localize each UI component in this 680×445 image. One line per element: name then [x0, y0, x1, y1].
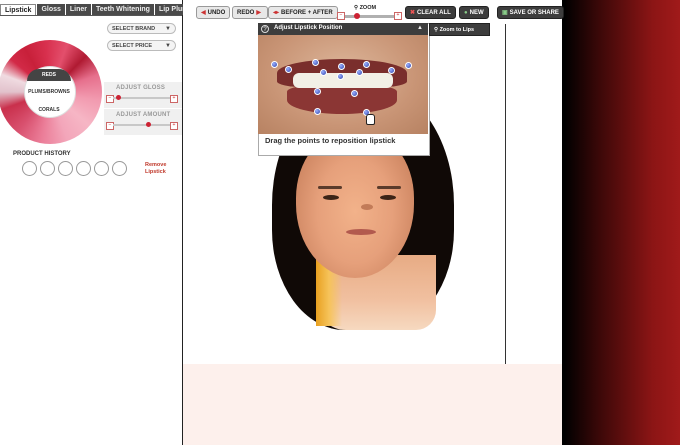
redo-button[interactable]: REDO ▶	[232, 6, 268, 19]
clear-all-button[interactable]: ✖ CLEAR ALL	[405, 6, 456, 19]
new-label: NEW	[469, 10, 484, 16]
gloss-plus-button[interactable]: +	[170, 95, 178, 103]
undo-label: UNDO	[207, 10, 226, 16]
remove-label: Remove	[145, 162, 167, 168]
canvas-divider	[505, 24, 506, 364]
undo-arrow-icon: ◀	[201, 10, 206, 16]
adjust-gloss-label: ADJUST GLOSS	[116, 85, 166, 91]
before-after-button[interactable]: ◂▸ BEFORE + AFTER	[268, 6, 338, 19]
lip-control-point[interactable]	[337, 73, 344, 80]
adjust-amount-control: ADJUST AMOUNT − +	[104, 109, 182, 135]
amount-slider-track[interactable]	[113, 122, 173, 127]
canvas-bottom-area	[183, 364, 562, 445]
zoom-label: ⚲ ZOOM	[354, 5, 376, 11]
lips-lower	[287, 86, 397, 114]
lip-control-point[interactable]	[388, 67, 395, 74]
adjust-lipstick-title: Adjust Lipstick Position	[274, 25, 343, 31]
zoom-to-lips-button[interactable]: ⚲ Zoom to Lips	[429, 23, 490, 36]
new-icon: ●	[464, 10, 468, 16]
lip-control-point[interactable]	[271, 61, 278, 68]
hand-cursor-icon	[366, 114, 375, 125]
tab-teeth-whitening[interactable]: Teeth Whitening	[92, 4, 154, 15]
gloss-slider-knob[interactable]	[115, 95, 121, 100]
photo-right-brow	[377, 186, 401, 189]
save-share-label: SAVE OR SHARE	[509, 10, 559, 16]
collapse-caret-icon[interactable]: ▲	[417, 25, 423, 31]
adjust-amount-label: ADJUST AMOUNT	[116, 112, 171, 118]
lip-control-point[interactable]	[351, 90, 358, 97]
before-after-icon: ◂▸	[273, 10, 280, 16]
lip-control-point[interactable]	[285, 66, 292, 73]
history-slot[interactable]	[22, 161, 37, 176]
help-icon[interactable]: ?	[261, 25, 269, 33]
tab-divider	[0, 15, 182, 16]
chevron-down-icon: ▼	[165, 26, 171, 32]
redo-label: REDO	[237, 10, 255, 16]
product-history-title: PRODUCT HISTORY	[13, 151, 71, 157]
save-icon: ▣	[502, 10, 508, 16]
zoom-slider-track[interactable]	[345, 15, 397, 18]
remove-label-product: Lipstick	[145, 169, 166, 175]
remove-lipstick-link[interactable]: Remove Lipstick	[145, 162, 166, 176]
adjust-gloss-control: ADJUST GLOSS − +	[104, 82, 182, 108]
tab-gloss[interactable]: Gloss	[37, 4, 65, 15]
amount-plus-button[interactable]: +	[170, 122, 178, 130]
select-price-dropdown[interactable]: SELECT PRICE ▼	[107, 40, 176, 51]
save-share-button[interactable]: ▣ SAVE OR SHARE	[497, 6, 564, 19]
redo-arrow-icon: ▶	[256, 10, 261, 16]
photo-right-eye	[380, 195, 396, 200]
history-slot[interactable]	[76, 161, 91, 176]
lip-control-point[interactable]	[405, 62, 412, 69]
lip-control-point[interactable]	[363, 61, 370, 68]
new-button[interactable]: ● NEW	[459, 6, 489, 19]
before-after-label: BEFORE + AFTER	[281, 10, 333, 16]
photo-left-eye	[323, 195, 339, 200]
history-slot[interactable]	[40, 161, 55, 176]
clear-all-label: CLEAR ALL	[417, 10, 451, 16]
product-tabs: Lipstick Gloss Liner Teeth Whitening Lip…	[0, 4, 197, 16]
photo-mouth	[346, 229, 376, 235]
gloss-slider-track[interactable]	[113, 95, 173, 100]
wheel-segment-reds[interactable]: REDS	[27, 69, 71, 81]
zoom-text: ZOOM	[359, 5, 377, 11]
history-slot[interactable]	[58, 161, 73, 176]
lip-control-point[interactable]	[356, 69, 363, 76]
amount-slider-knob[interactable]	[146, 122, 151, 127]
history-slot[interactable]	[112, 161, 127, 176]
select-brand-label: SELECT BRAND	[112, 26, 156, 32]
lip-control-point[interactable]	[314, 108, 321, 115]
wheel-segment-plums-browns[interactable]: PLUMS/BROWNS	[14, 89, 84, 95]
drag-instruction-text: Drag the points to reposition lipstick	[265, 136, 396, 145]
x-circle-icon: ✖	[410, 10, 416, 16]
zoom-out-button[interactable]: −	[337, 12, 345, 20]
tab-liner[interactable]: Liner	[65, 4, 92, 15]
lip-control-point[interactable]	[314, 88, 321, 95]
photo-left-brow	[318, 186, 342, 189]
photo-nose	[361, 204, 373, 210]
select-brand-dropdown[interactable]: SELECT BRAND ▼	[107, 23, 176, 34]
lip-control-point[interactable]	[312, 59, 319, 66]
wheel-segment-corals[interactable]: CORALS	[14, 107, 84, 113]
select-price-label: SELECT PRICE	[112, 43, 153, 49]
chevron-down-icon: ▼	[165, 43, 171, 49]
undo-button[interactable]: ◀ UNDO	[196, 6, 231, 19]
zoom-to-lips-label: Zoom to Lips	[439, 27, 475, 33]
lip-control-point[interactable]	[338, 63, 345, 70]
zoom-in-button[interactable]: +	[394, 12, 402, 20]
history-slot[interactable]	[94, 161, 109, 176]
lip-control-point[interactable]	[320, 69, 327, 76]
